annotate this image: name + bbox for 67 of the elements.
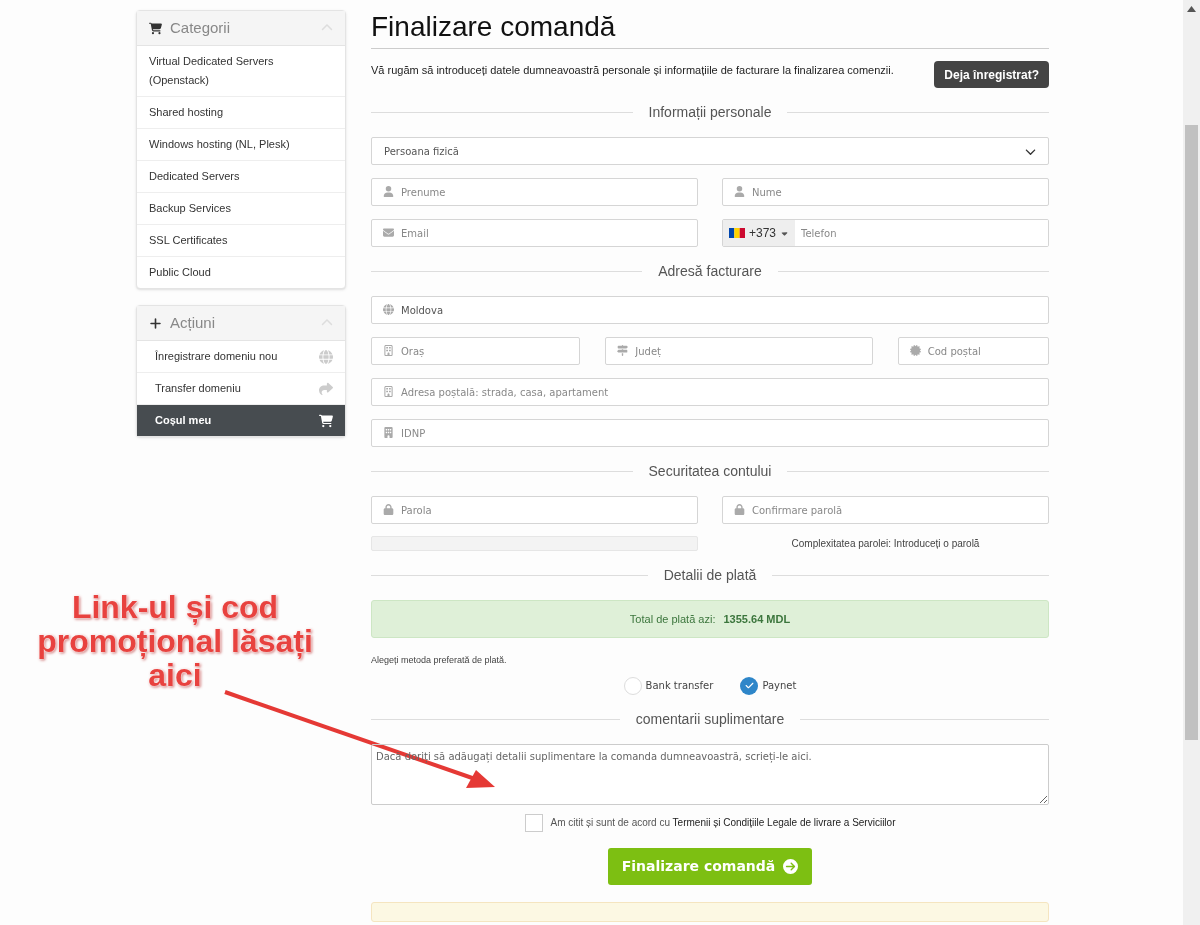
input-field[interactable]: Confirmare parolă	[722, 496, 1049, 524]
input-field[interactable]: Email	[371, 219, 698, 247]
radio-button[interactable]	[623, 676, 642, 695]
building-icon	[383, 427, 394, 438]
terms-text: Am citit și sunt de acord cu Termenii și Condițiile Legale de livrare a Serviciilor	[550, 816, 896, 830]
panel-title: Categorii	[170, 17, 231, 38]
user-icon	[734, 186, 745, 197]
globe-icon	[319, 349, 333, 364]
check-icon	[744, 681, 754, 690]
panel-title: Acțiuni	[170, 312, 216, 333]
scroll-up-icon	[1187, 6, 1196, 12]
payment-option[interactable]: Bank transfer	[623, 676, 714, 695]
password-strength-text: Complexitatea parolei: Introduceți o parolă	[790, 537, 981, 551]
scrollbar[interactable]	[1183, 0, 1200, 925]
envelope-icon	[383, 227, 394, 238]
sidebar-item[interactable]: Virtual Dedicated Servers (Openstack)	[137, 46, 345, 97]
sidebar-item[interactable]: Public Cloud	[137, 257, 345, 288]
annotation-text: Link-ul și cod promoțional lăsați aici	[36, 590, 314, 692]
country-code-dropdown[interactable]: +373	[723, 220, 796, 246]
section-title: Detalii de plată	[663, 566, 757, 585]
cart-icon	[319, 413, 333, 428]
total-amount: 1355.64 MDL	[723, 611, 791, 627]
lock-icon	[734, 504, 745, 515]
share-arrow-icon	[319, 381, 333, 396]
section-title: Adresă facturare	[658, 262, 762, 281]
sidebar-item[interactable]: Dedicated Servers	[137, 161, 345, 193]
terms-checkbox[interactable]	[524, 813, 543, 832]
section-title: comentarii suplimentare	[635, 709, 785, 729]
globe-icon	[383, 304, 394, 315]
sidebar-item[interactable]: Coșul meu	[137, 405, 345, 436]
lock-icon	[383, 504, 394, 515]
radio-button[interactable]	[740, 676, 759, 695]
intro-text: Vă rugăm să introduceți datele dumneavoastră personale și informațiile de facturare la finalizarea comenzii.	[371, 63, 894, 78]
flag-icon	[729, 228, 745, 238]
input-field[interactable]: Adresa poștală: strada, casa, apartament	[371, 378, 1049, 406]
sidebar-item[interactable]: Shared hosting	[137, 97, 345, 129]
input-field[interactable]: Județ	[605, 337, 873, 365]
input-field[interactable]: IDNP	[371, 419, 1049, 447]
input-field[interactable]: Oraș	[371, 337, 581, 365]
phone-field[interactable]: +373 Telefon	[722, 219, 1049, 247]
sidebar-item[interactable]: Înregistrare domeniu nou	[137, 341, 345, 373]
section-title: Informații personale	[648, 103, 772, 122]
terms-link[interactable]: Termenii și Condițiile Legale de livrare a Serviciilor	[672, 817, 896, 828]
arrow-right-icon	[783, 858, 799, 874]
cart-icon	[149, 21, 162, 35]
page-title: Finalizare comandă	[371, 0, 1049, 49]
payment-hint: Alegeți metoda preferată de plată.	[371, 654, 508, 667]
sidebar-item[interactable]: Windows hosting (NL, Plesk)	[137, 129, 345, 161]
login-button[interactable]: Deja înregistrat?	[934, 61, 1049, 88]
building-icon	[383, 345, 394, 356]
badge-icon	[909, 345, 921, 356]
total-label: Total de plată azi:	[629, 611, 716, 627]
sidebar-item[interactable]: SSL Certificates	[137, 225, 345, 257]
input-field[interactable]: Cod poștal	[897, 337, 1049, 365]
input-field[interactable]: Moldova	[371, 296, 1049, 324]
input-field[interactable]: Prenume	[371, 178, 698, 206]
user-icon	[383, 186, 394, 197]
building-icon	[383, 386, 394, 397]
input-field[interactable]: Parola	[371, 496, 698, 524]
sidebar-item[interactable]: Backup Services	[137, 193, 345, 225]
input-field[interactable]: Nume	[722, 178, 1049, 206]
signpost-icon	[617, 345, 629, 356]
payment-option[interactable]: Paynet	[740, 676, 797, 695]
plus-icon	[149, 316, 162, 330]
scrollbar-thumb[interactable]	[1185, 125, 1198, 740]
section-title: Securitatea contului	[648, 462, 772, 481]
select-field[interactable]: Persoana fizică	[371, 137, 1049, 165]
